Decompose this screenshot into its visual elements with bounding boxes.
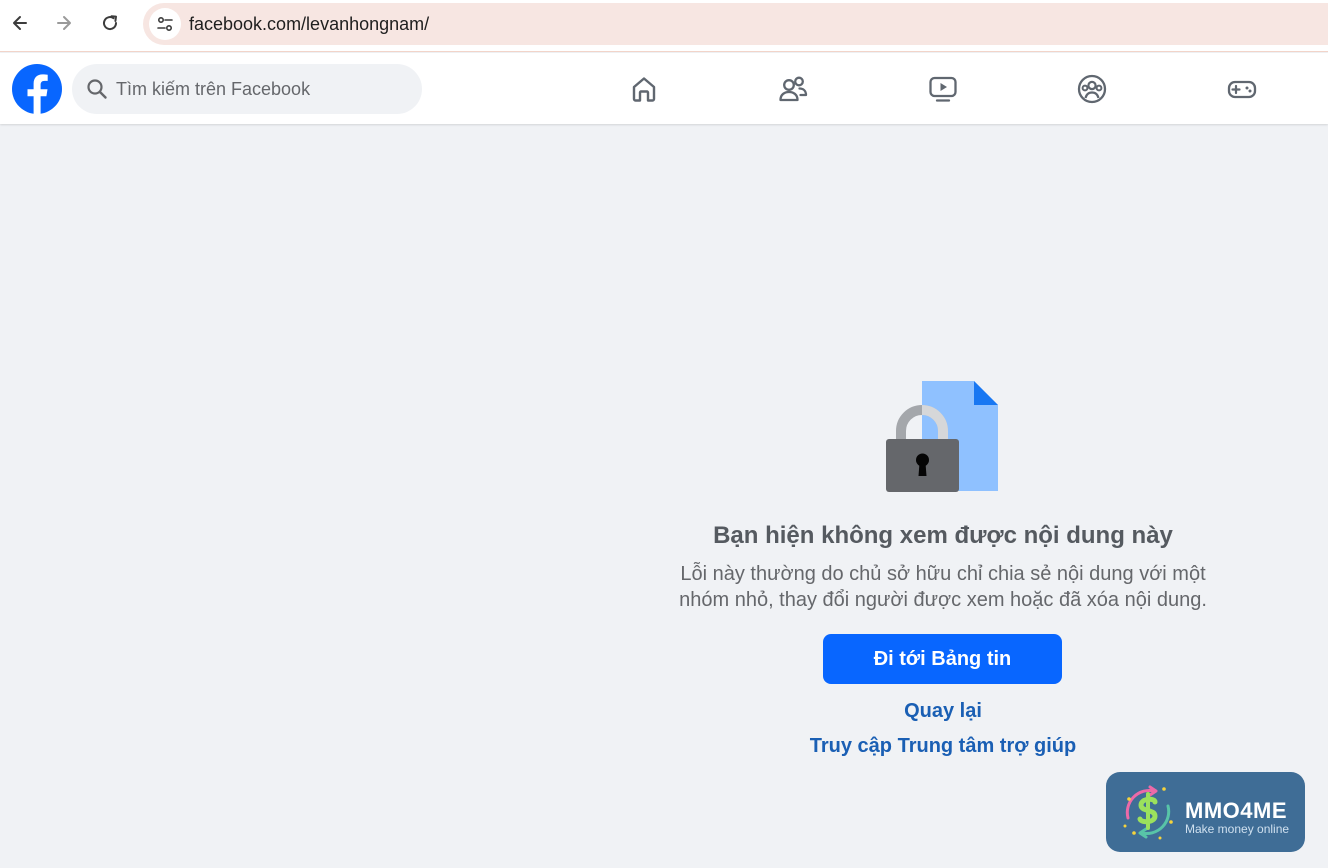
forward-button[interactable] [49, 8, 79, 38]
search-icon [87, 79, 107, 99]
address-bar[interactable]: facebook.com/levanhongnam/ [143, 3, 1328, 45]
groups-icon [1077, 74, 1107, 104]
error-description: Lỗi này thường do chủ sở hữu chỉ chia sẻ… [652, 561, 1234, 613]
go-to-feed-button[interactable]: Đi tới Bảng tin [823, 634, 1062, 684]
video-icon [929, 76, 957, 102]
arrow-right-icon [57, 16, 71, 30]
gaming-icon [1227, 80, 1257, 99]
facebook-logo-icon[interactable] [12, 64, 62, 114]
watermark-badge: MMO4ME Make money online [1106, 772, 1305, 852]
browser-toolbar: facebook.com/levanhongnam/ [0, 0, 1328, 52]
arrow-left-icon [13, 16, 27, 30]
error-description-line2: nhóm nhỏ, thay đổi người được xem hoặc đ… [679, 589, 1207, 611]
nav-tab-home[interactable] [624, 69, 664, 109]
help-center-link[interactable]: Truy cập Trung tâm trợ giúp [742, 735, 1144, 758]
facebook-header: Tìm kiếm trên Facebook [0, 53, 1328, 124]
reload-button[interactable] [95, 8, 125, 38]
watermark-tagline: Make money online [1185, 822, 1290, 836]
back-link[interactable]: Quay lại [742, 700, 1144, 723]
error-title: Bạn hiện không xem được nội dung này [713, 522, 1173, 549]
back-button[interactable] [5, 8, 35, 38]
locked-content-icon [886, 381, 998, 492]
site-info-button[interactable] [149, 8, 181, 40]
dollar-logo-icon [1123, 785, 1173, 840]
search-input[interactable]: Tìm kiếm trên Facebook [72, 64, 422, 114]
nav-tab-friends[interactable] [773, 69, 813, 109]
nav-tab-groups[interactable] [1072, 69, 1112, 109]
search-placeholder: Tìm kiếm trên Facebook [116, 78, 311, 99]
main-content: Bạn hiện không xem được nội dung này Lỗi… [0, 124, 1328, 868]
nav-tab-gaming[interactable] [1222, 69, 1262, 109]
friends-icon [779, 76, 808, 102]
tune-icon [157, 16, 173, 32]
nav-tab-video[interactable] [923, 69, 963, 109]
url-text[interactable]: facebook.com/levanhongnam/ [189, 14, 429, 35]
error-description-line1: Lỗi này thường do chủ sở hữu chỉ chia sẻ… [680, 563, 1206, 585]
reload-icon [103, 15, 118, 31]
watermark-name: MMO4ME [1185, 798, 1287, 823]
home-icon [632, 77, 656, 102]
